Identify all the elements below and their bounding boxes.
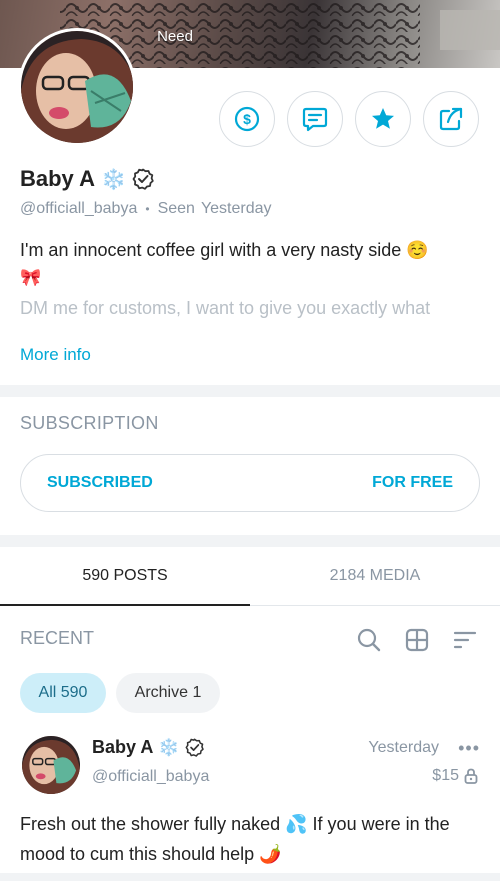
post-author-row: Baby A ❄️	[92, 737, 204, 758]
subscribed-button[interactable]: SUBSCRIBED FOR FREE	[20, 454, 480, 512]
separator-dot: •	[145, 202, 150, 216]
profile-tabs: 590 POSTS 2184 MEDIA	[0, 547, 500, 606]
subscription-price: FOR FREE	[372, 474, 453, 491]
share-icon	[439, 107, 463, 131]
favorite-button[interactable]	[355, 91, 411, 147]
section-divider	[0, 873, 500, 881]
profile-name: Baby A	[20, 166, 95, 191]
grid-icon	[405, 628, 429, 652]
message-icon	[302, 107, 328, 132]
feed-section-title: RECENT	[20, 628, 95, 648]
post-author-avatar[interactable]	[22, 736, 80, 794]
post-price-value: $15	[432, 767, 459, 784]
seen-value: Yesterday	[200, 200, 272, 217]
post-price: $15	[432, 767, 478, 785]
sort-icon	[453, 631, 477, 649]
profile-name-row: Baby A ❄️	[20, 166, 154, 192]
verified-badge-icon	[132, 168, 154, 190]
profile-handle: @officiall_babya	[20, 200, 138, 217]
verified-badge-icon	[185, 738, 204, 757]
grid-view-button[interactable]	[404, 627, 430, 653]
subscription-title: SUBSCRIPTION	[20, 413, 159, 433]
section-divider	[0, 535, 500, 547]
bio-line: I'm an innocent coffee girl with a very …	[20, 240, 429, 260]
filter-archive[interactable]: Archive 1	[116, 673, 220, 713]
avatar-image	[22, 736, 80, 794]
message-button[interactable]	[287, 91, 343, 147]
sort-button[interactable]	[452, 627, 478, 653]
post-author-name[interactable]: Baby A	[92, 737, 153, 758]
tab-media[interactable]: 2184 MEDIA	[250, 547, 500, 605]
star-icon	[372, 108, 394, 129]
profile-avatar[interactable]	[18, 28, 136, 146]
search-button[interactable]	[356, 627, 382, 653]
search-icon	[357, 628, 381, 652]
seen-label: Seen	[157, 200, 195, 217]
post-more-button[interactable]: •••	[458, 738, 480, 759]
section-divider	[0, 385, 500, 397]
dollar-circle-icon: $	[234, 106, 260, 132]
tip-button[interactable]: $	[219, 91, 275, 147]
more-info-link[interactable]: More info	[20, 345, 91, 365]
post-author-handle[interactable]: @officiall_babya	[92, 768, 209, 786]
profile-bio: I'm an innocent coffee girl with a very …	[20, 236, 480, 292]
profile-meta: @officiall_babya • Seen Yesterday	[20, 200, 272, 218]
subscription-status: SUBSCRIBED	[47, 474, 153, 491]
lock-icon	[464, 768, 478, 784]
share-button[interactable]	[423, 91, 479, 147]
snowflake-emoji: ❄️	[100, 168, 126, 191]
post-caption: Fresh out the shower fully naked 💦 If yo…	[20, 814, 450, 864]
bio-line: 🎀	[20, 268, 42, 287]
tab-posts[interactable]: 590 POSTS	[0, 547, 250, 606]
filter-all[interactable]: All 590	[20, 673, 106, 713]
svg-text:$: $	[243, 111, 251, 127]
post-timestamp: Yesterday	[368, 739, 439, 756]
bio-fade	[0, 318, 500, 340]
snowflake-emoji: ❄️	[158, 737, 180, 757]
